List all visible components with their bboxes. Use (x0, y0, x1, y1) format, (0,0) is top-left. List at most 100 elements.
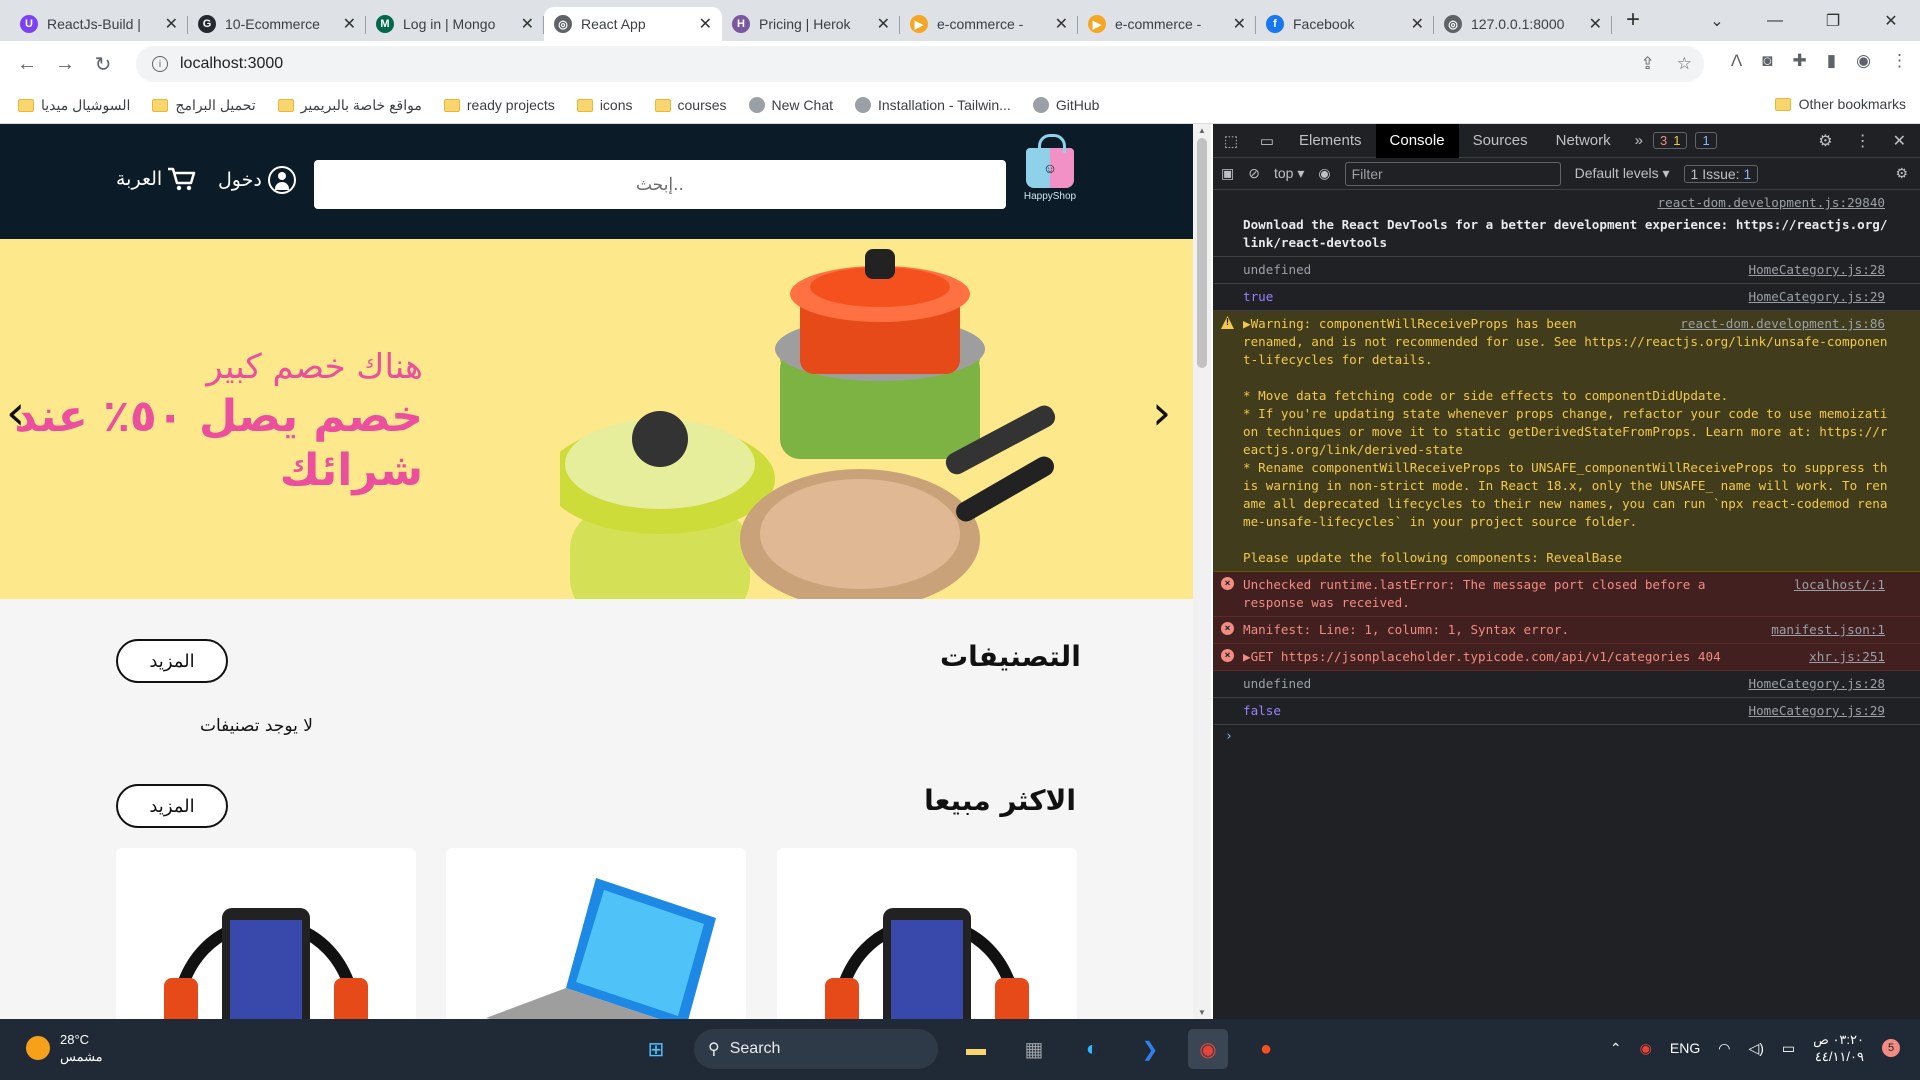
omnibox[interactable]: i localhost:3000 ⇪ ☆ (136, 46, 1704, 82)
browser-tab[interactable]: H Pricing | Herok ✕ (722, 7, 900, 41)
message-source-link[interactable]: localhost/:1 (1794, 576, 1885, 594)
bookmark-star-icon[interactable]: ☆ (1677, 54, 1692, 74)
browser-tab[interactable]: M Log in | Mongo ✕ (366, 7, 544, 41)
tab-close-icon[interactable]: ✕ (343, 14, 356, 34)
extensions-puzzle-icon[interactable]: ✚ (1793, 51, 1807, 71)
error-warning-counter[interactable]: 3 1 (1652, 132, 1688, 149)
device-toolbar-icon[interactable]: ▭ (1249, 132, 1285, 150)
volume-icon[interactable]: ◁) (1748, 1040, 1763, 1057)
store-icon[interactable]: ▦ (1014, 1029, 1054, 1069)
inspect-element-icon[interactable]: ⬚ (1213, 132, 1249, 150)
clear-console-icon[interactable]: ⊘ (1248, 165, 1260, 182)
context-selector[interactable]: top ▾ (1274, 165, 1304, 182)
search-input[interactable]: إبحث.. (314, 160, 1006, 209)
browser-tab[interactable]: ◎ React App ✕ (544, 7, 722, 41)
slider-next-icon[interactable]: › (1152, 389, 1171, 437)
bookmark-item[interactable]: ready projects (443, 97, 555, 113)
bookmark-item[interactable]: السوشيال ميديا (18, 97, 130, 114)
browser-tab[interactable]: U ReactJs-Build | ✕ (10, 7, 188, 41)
bookmark-item[interactable]: New Chat (748, 97, 833, 113)
bookmark-item[interactable]: مواقع خاصة بالبريمير (277, 97, 422, 114)
tab-close-icon[interactable]: ✕ (521, 14, 534, 34)
devtools-tab-console[interactable]: Console (1375, 123, 1459, 158)
tray-app-icon[interactable]: ◉ (1640, 1040, 1652, 1057)
tray-overflow-icon[interactable]: ⌃ (1610, 1040, 1622, 1057)
message-source-link[interactable]: HomeCategory.js:29 (1749, 288, 1885, 306)
forward-icon[interactable]: → (46, 53, 84, 76)
bookmark-item[interactable]: تحميل البرامج (152, 97, 256, 114)
page-scrollbar[interactable]: ▲ ▼ (1193, 124, 1211, 1019)
camera-extension-icon[interactable]: ◙ (1762, 51, 1772, 71)
product-card[interactable] (777, 848, 1077, 1019)
language-indicator[interactable]: ENG (1670, 1040, 1700, 1056)
devtools-tab-network[interactable]: Network (1542, 124, 1625, 158)
other-bookmarks[interactable]: Other bookmarks (1774, 96, 1906, 112)
browser-tab[interactable]: ◎ 127.0.0.1:8000 ✕ (1434, 7, 1612, 41)
tab-close-icon[interactable]: ✕ (165, 14, 178, 34)
info-counter[interactable]: 1 (1695, 132, 1717, 149)
back-icon[interactable]: ← (8, 53, 46, 76)
menu-kebab-icon[interactable]: ⋮ (1891, 51, 1908, 71)
product-card[interactable] (116, 848, 416, 1019)
profile-avatar[interactable]: ◉ (1856, 51, 1871, 71)
wifi-icon[interactable]: ◠ (1718, 1040, 1730, 1057)
tab-close-icon[interactable]: ✕ (877, 14, 890, 34)
maximize-button[interactable]: ❐ (1804, 0, 1862, 41)
devtools-close-icon[interactable]: ✕ (1893, 131, 1906, 151)
message-source-link[interactable]: HomeCategory.js:28 (1749, 675, 1885, 693)
browser-tab[interactable]: G 10-Ecommerce ✕ (188, 7, 366, 41)
start-button-icon[interactable]: ⊞ (636, 1029, 676, 1069)
message-source-link[interactable]: manifest.json:1 (1771, 621, 1885, 639)
vscode-icon[interactable]: ❯ (1130, 1029, 1170, 1069)
chrome-icon[interactable]: ◉ (1188, 1029, 1228, 1069)
site-info-icon[interactable]: i (152, 56, 168, 72)
weather-widget[interactable]: 28°C مشمس (26, 1031, 103, 1065)
message-source-link[interactable]: xhr.js:251 (1809, 648, 1885, 666)
taskbar-search[interactable]: ⚲ Search (694, 1029, 938, 1069)
console-prompt[interactable]: › (1213, 725, 1920, 748)
console-settings-icon[interactable]: ⚙ (1895, 165, 1920, 182)
bookmark-item[interactable]: Installation - Tailwin... (855, 97, 1011, 113)
scroll-down-icon[interactable]: ▼ (1198, 1008, 1206, 1017)
share-icon[interactable]: ⇪ (1641, 54, 1655, 74)
login-link[interactable]: دخول (218, 166, 296, 194)
tab-search-icon[interactable]: ⌄ (1688, 0, 1746, 41)
bestseller-more-button[interactable]: المزيد (116, 784, 228, 828)
reload-icon[interactable]: ↻ (84, 52, 122, 77)
tab-close-icon[interactable]: ✕ (1589, 14, 1602, 34)
message-source-link[interactable]: HomeCategory.js:28 (1749, 261, 1885, 279)
cart-link[interactable]: العربة (116, 166, 196, 192)
tab-close-icon[interactable]: ✕ (1233, 14, 1246, 34)
edge-icon[interactable]: ◐ (1072, 1029, 1112, 1069)
postman-icon[interactable]: ● (1246, 1029, 1286, 1069)
more-tabs-icon[interactable]: » (1625, 132, 1653, 149)
notification-badge[interactable]: 5 (1882, 1039, 1900, 1057)
extension-a-icon[interactable]: Λ (1731, 51, 1742, 71)
scroll-thumb[interactable] (1197, 138, 1207, 368)
console-filter-input[interactable]: Filter (1344, 161, 1561, 186)
message-source-link[interactable]: react-dom.development.js:29840 (1658, 194, 1885, 212)
devtools-tab-elements[interactable]: Elements (1285, 124, 1376, 158)
scroll-up-icon[interactable]: ▲ (1198, 126, 1206, 135)
site-logo[interactable]: ☺ HappyShop (1020, 134, 1080, 210)
message-source-link[interactable]: react-dom.development.js:86 (1680, 315, 1885, 333)
clock[interactable]: ٠٣:٢٠ ص ٤٤/١١/٠٩ (1813, 1031, 1864, 1065)
side-panel-icon[interactable]: ▮ (1827, 51, 1836, 71)
bookmark-item[interactable]: courses (654, 97, 727, 113)
categories-more-button[interactable]: المزيد (116, 639, 228, 683)
tab-close-icon[interactable]: ✕ (1055, 14, 1068, 34)
live-expression-eye-icon[interactable]: ◉ (1318, 165, 1330, 182)
bookmark-item[interactable]: GitHub (1032, 97, 1099, 113)
message-source-link[interactable]: HomeCategory.js:29 (1749, 702, 1885, 720)
bookmark-item[interactable]: icons (576, 97, 633, 113)
tab-close-icon[interactable]: ✕ (1411, 14, 1424, 34)
browser-tab[interactable]: ▶ e-commerce - ✕ (900, 7, 1078, 41)
file-explorer-icon[interactable]: ▬ (956, 1029, 996, 1069)
devtools-tab-sources[interactable]: Sources (1459, 124, 1542, 158)
minimize-button[interactable]: — (1746, 0, 1804, 41)
devtools-settings-icon[interactable]: ⚙ (1818, 131, 1832, 151)
close-window-button[interactable]: ✕ (1862, 0, 1920, 41)
tab-close-icon[interactable]: ✕ (699, 14, 712, 34)
browser-tab[interactable]: f Facebook ✕ (1256, 7, 1434, 41)
browser-tab[interactable]: ▶ e-commerce - ✕ (1078, 7, 1256, 41)
